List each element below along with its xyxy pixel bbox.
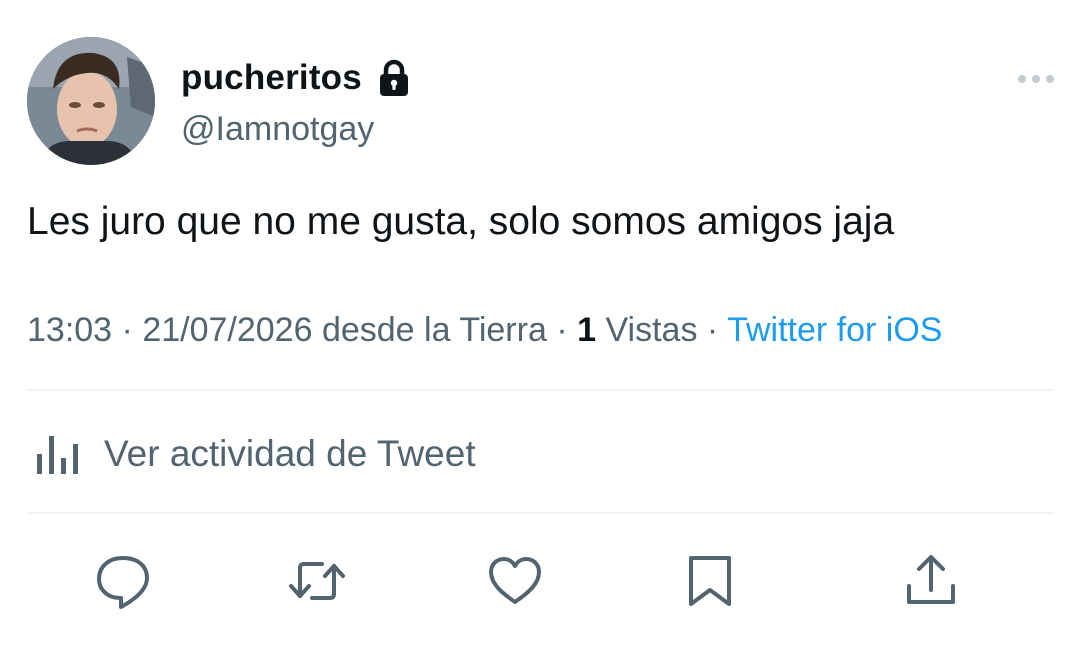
share-button[interactable] [902, 552, 960, 610]
meta-separator: · [556, 311, 568, 349]
tweet-source-link[interactable]: Twitter for iOS [727, 311, 942, 349]
divider [27, 389, 1054, 391]
bookmark-button[interactable] [681, 552, 739, 610]
share-icon [907, 555, 955, 604]
tweet-text: Les juro que no me gusta, solo somos ami… [27, 200, 895, 243]
tweet-activity-label: Ver actividad de Tweet [104, 433, 476, 474]
meta-separator: · [706, 311, 719, 349]
avatar-image [27, 37, 155, 165]
avatar[interactable] [27, 37, 155, 165]
retweet-button[interactable] [288, 552, 346, 610]
tweet-time[interactable]: 13:03 [27, 311, 112, 349]
author-handle[interactable]: @Iamnotgay [181, 110, 374, 149]
views-count: 1 [577, 311, 597, 349]
tweet-meta: 13:03 · 21/07/2026 desde la Tierra · 1 V… [27, 311, 942, 350]
tweet-date[interactable]: 21/07/2026 [142, 311, 312, 349]
tweet-location: desde la Tierra [321, 311, 547, 349]
lock-icon [376, 58, 412, 98]
views-label: Vistas [605, 311, 698, 349]
tweet-activity-link[interactable]: Ver actividad de Tweet [34, 432, 476, 476]
comment-icon [97, 556, 149, 609]
divider [27, 512, 1054, 514]
author-name-row: pucheritos [181, 58, 412, 98]
reply-button[interactable] [94, 552, 152, 610]
bookmark-icon [689, 556, 731, 606]
meta-separator: · [121, 311, 133, 349]
heart-icon [489, 557, 541, 604]
analytics-bars-icon [37, 436, 78, 474]
like-button[interactable] [486, 552, 544, 610]
author-display-name[interactable]: pucheritos [181, 58, 362, 98]
retweet-icon [289, 562, 345, 600]
more-options-icon[interactable] [1016, 72, 1056, 86]
